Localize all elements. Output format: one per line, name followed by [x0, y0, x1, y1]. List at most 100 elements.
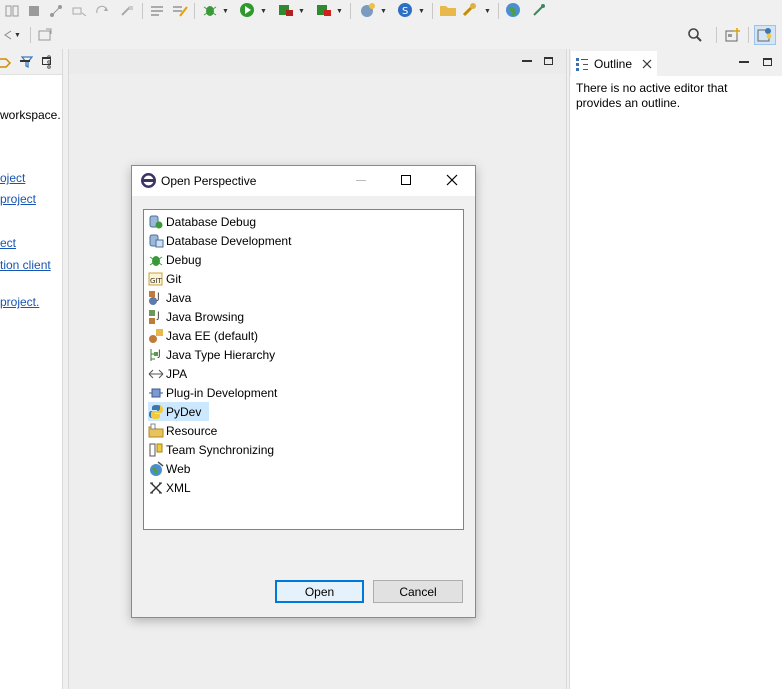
perspective-list[interactable]: Database Debug Database Development Debu…	[143, 209, 464, 530]
outline-panel: Outline There is no active editor that p…	[569, 49, 782, 689]
pydev-perspective-icon[interactable]	[754, 25, 776, 45]
java-browsing-icon: J	[148, 309, 164, 325]
open-perspective-dialog: Open Perspective Database Debug Database…	[131, 165, 476, 618]
debug-icon[interactable]	[200, 1, 220, 19]
dialog-maximize-icon[interactable]	[401, 175, 411, 185]
web-globe-icon	[148, 460, 164, 477]
stop-icon[interactable]	[26, 2, 42, 20]
dialog-close-icon[interactable]	[446, 174, 458, 189]
outline-empty-message: There is no active editor that provides …	[576, 81, 776, 111]
search-tool-icon[interactable]	[460, 1, 480, 19]
jpa-icon	[148, 366, 164, 382]
coverage-icon[interactable]	[276, 1, 296, 19]
filter-icon[interactable]	[20, 53, 34, 71]
create-java-project-link[interactable]: project	[0, 192, 36, 206]
list-item-web[interactable]: Web	[148, 459, 198, 478]
new-server-dropdown-icon[interactable]: ▼	[380, 2, 387, 20]
editor-header	[69, 49, 566, 74]
list-item-git[interactable]: GIT Git	[148, 269, 189, 288]
plugin-development-icon	[148, 385, 164, 401]
list-item-pydev[interactable]: PyDev	[148, 402, 210, 421]
external-tools-icon[interactable]	[314, 1, 334, 19]
split-editor-icon[interactable]	[4, 2, 20, 20]
create-project-link[interactable]: oject	[0, 171, 25, 185]
list-item-resource[interactable]: Resource	[148, 421, 225, 440]
outline-header: Outline	[570, 49, 782, 76]
tab-outline[interactable]: Outline	[571, 51, 657, 76]
svg-text:S: S	[402, 6, 408, 17]
list-item-jpa[interactable]: JPA	[148, 364, 195, 383]
tool-icon[interactable]	[530, 1, 548, 19]
list-item-team-synchronizing[interactable]: Team Synchronizing	[148, 440, 282, 459]
project-explorer-panel: workspace. oject project ect tion client…	[0, 49, 63, 689]
spring-icon[interactable]: S	[396, 1, 414, 19]
quick-access-icon[interactable]	[118, 2, 136, 20]
minimize-outline-icon[interactable]	[739, 61, 749, 63]
java-ee-icon	[148, 328, 164, 344]
maximize-outline-icon[interactable]	[763, 58, 772, 66]
list-item-xml[interactable]: XML	[148, 478, 199, 497]
java-icon: J	[148, 290, 164, 306]
run-icon[interactable]	[238, 1, 256, 19]
git-icon[interactable]	[48, 2, 64, 20]
svg-text:GIT: GIT	[150, 277, 162, 285]
run-dropdown-icon[interactable]: ▼	[260, 2, 267, 20]
list-item-java-browsing[interactable]: J Java Browsing	[148, 307, 252, 326]
redo-icon[interactable]	[94, 2, 112, 20]
nav-back-icon[interactable]	[0, 26, 14, 44]
svg-text:J: J	[156, 311, 160, 321]
svg-text:J: J	[157, 349, 161, 359]
workspace-text: workspace.	[0, 108, 61, 122]
outline-message-line2: provides an outline.	[576, 96, 681, 110]
list-item-database-development[interactable]: Database Development	[148, 231, 299, 250]
minimize-editor-icon[interactable]	[522, 60, 532, 62]
search-icon[interactable]	[686, 26, 704, 44]
external-tools-dropdown-icon[interactable]: ▼	[336, 2, 343, 20]
globe-icon[interactable]	[504, 1, 522, 19]
list-item-debug[interactable]: Debug	[148, 250, 209, 269]
open-perspective-icon[interactable]	[724, 26, 742, 44]
java-type-hierarchy-icon: J	[148, 347, 164, 363]
coverage-dropdown-icon[interactable]: ▼	[298, 2, 305, 20]
outline-icon	[575, 56, 591, 72]
maximize-left-icon[interactable]	[42, 57, 51, 65]
resource-folder-icon	[148, 423, 164, 439]
task-list-icon[interactable]	[148, 2, 166, 20]
main-toolbar: ▼ ▼ ▼ ▼ ▼ S ▼ ▼	[0, 0, 782, 23]
database-development-icon	[148, 233, 164, 249]
debug-bug-icon	[148, 252, 164, 268]
new-window-icon[interactable]	[36, 26, 54, 44]
close-outline-icon[interactable]	[642, 59, 652, 69]
secondary-toolbar: ▼	[0, 23, 782, 47]
cancel-button[interactable]: Cancel	[373, 580, 463, 603]
list-item-plugin-development[interactable]: Plug-in Development	[148, 383, 285, 402]
list-item-java[interactable]: J Java	[148, 288, 199, 307]
list-item-java-type-hierarchy[interactable]: J Java Type Hierarchy	[148, 345, 283, 364]
other-project-link[interactable]: project.	[0, 295, 39, 309]
list-item-java-ee[interactable]: Java EE (default)	[148, 326, 266, 345]
eclipse-dialog-icon	[140, 172, 157, 192]
xml-icon	[148, 480, 164, 496]
run-last-icon[interactable]	[70, 2, 88, 20]
database-debug-icon	[148, 214, 164, 230]
dialog-title-bar: Open Perspective	[132, 166, 475, 196]
nav-back-dropdown-icon[interactable]: ▼	[14, 26, 21, 44]
link-editor-icon[interactable]	[0, 53, 12, 71]
outline-message-line1: There is no active editor that	[576, 81, 728, 95]
debug-dropdown-icon[interactable]: ▼	[222, 2, 229, 20]
application-client-link[interactable]: tion client	[0, 258, 51, 272]
minimize-left-icon[interactable]	[20, 60, 30, 62]
list-item-database-debug[interactable]: Database Debug	[148, 212, 264, 231]
spring-dropdown-icon[interactable]: ▼	[418, 2, 425, 20]
open-folder-icon[interactable]	[438, 1, 458, 19]
outline-tab-label: Outline	[594, 56, 633, 71]
new-server-icon[interactable]	[358, 1, 378, 19]
import-project-link[interactable]: ect	[0, 236, 16, 250]
maximize-editor-icon[interactable]	[544, 57, 553, 65]
search-dropdown-icon[interactable]: ▼	[484, 2, 491, 20]
python-icon	[148, 404, 164, 420]
open-button[interactable]: Open	[275, 580, 364, 603]
project-explorer-header	[0, 49, 62, 75]
dialog-minimize-icon[interactable]	[356, 180, 366, 181]
build-icon[interactable]	[170, 2, 190, 20]
